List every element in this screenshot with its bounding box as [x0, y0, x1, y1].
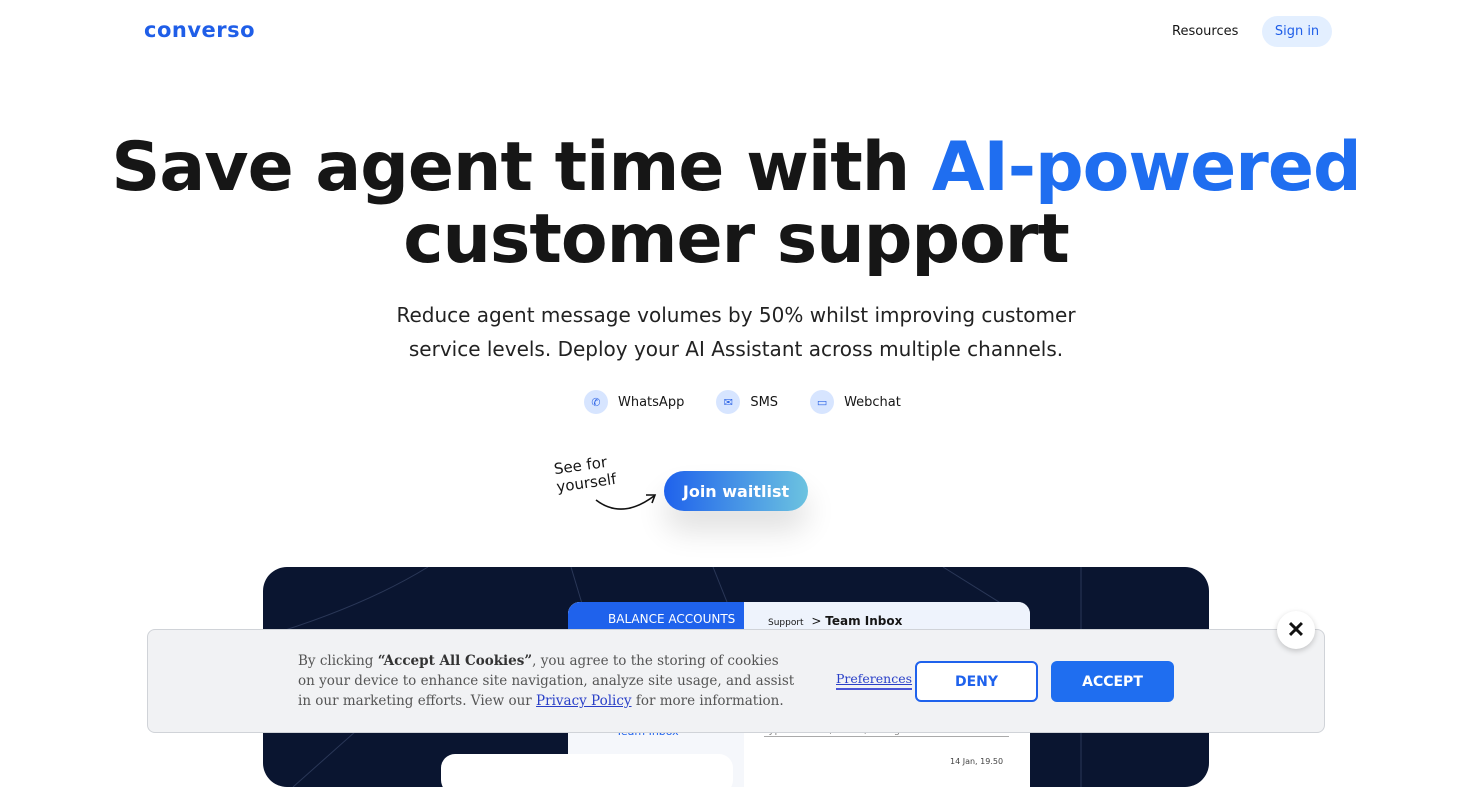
floating-card [441, 754, 733, 787]
privacy-policy-link[interactable]: Privacy Policy [536, 693, 632, 709]
sign-in-button[interactable]: Sign in [1262, 16, 1332, 47]
nav-resources[interactable]: Resources [1172, 24, 1238, 39]
accept-button[interactable]: ACCEPT [1051, 661, 1174, 702]
channel-label: Webchat [844, 394, 901, 410]
preferences-link[interactable]: Preferences [836, 671, 913, 690]
channels-list: ✆ WhatsApp ✉ SMS ▭ Webchat [584, 390, 901, 414]
curved-arrow-icon [595, 494, 657, 510]
channel-webchat: ▭ Webchat [810, 390, 901, 414]
close-icon[interactable]: ✕ [1277, 611, 1315, 649]
message-date: 14 Jan, 19.50 [950, 757, 1004, 766]
cookie-text: By clicking “Accept All Cookies”, you ag… [298, 651, 798, 711]
cookie-text-bold: “Accept All Cookies” [377, 653, 533, 669]
title-text: Save agent time with [111, 128, 932, 207]
breadcrumb-parent: Support [768, 618, 804, 628]
webchat-icon: ▭ [810, 390, 835, 414]
breadcrumb-current: Team Inbox [825, 614, 903, 628]
title-text-end: customer support [403, 200, 1070, 279]
subtitle-line: service levels. Deploy your AI Assistant… [408, 337, 1064, 361]
channel-label: WhatsApp [618, 394, 685, 410]
page-title: Save agent time with AI-powered customer… [0, 132, 1472, 276]
cookie-banner: By clicking “Accept All Cookies”, you ag… [147, 629, 1325, 733]
whatsapp-icon: ✆ [584, 390, 608, 414]
channel-label: SMS [750, 394, 779, 410]
subtitle: Reduce agent message volumes by 50% whil… [0, 298, 1472, 366]
join-waitlist-button[interactable]: Join waitlist [664, 471, 808, 511]
channel-whatsapp: ✆ WhatsApp [584, 390, 684, 414]
channel-sms: ✉ SMS [716, 390, 778, 414]
cookie-text-start: By clicking [298, 653, 378, 669]
sms-icon: ✉ [716, 390, 741, 414]
title-highlight: AI-powered [931, 128, 1362, 207]
logo[interactable]: converso [144, 18, 255, 42]
deny-button[interactable]: DENY [915, 661, 1038, 702]
subtitle-line: Reduce agent message volumes by 50% whil… [396, 303, 1076, 327]
cookie-text-end: for more information. [631, 693, 784, 709]
